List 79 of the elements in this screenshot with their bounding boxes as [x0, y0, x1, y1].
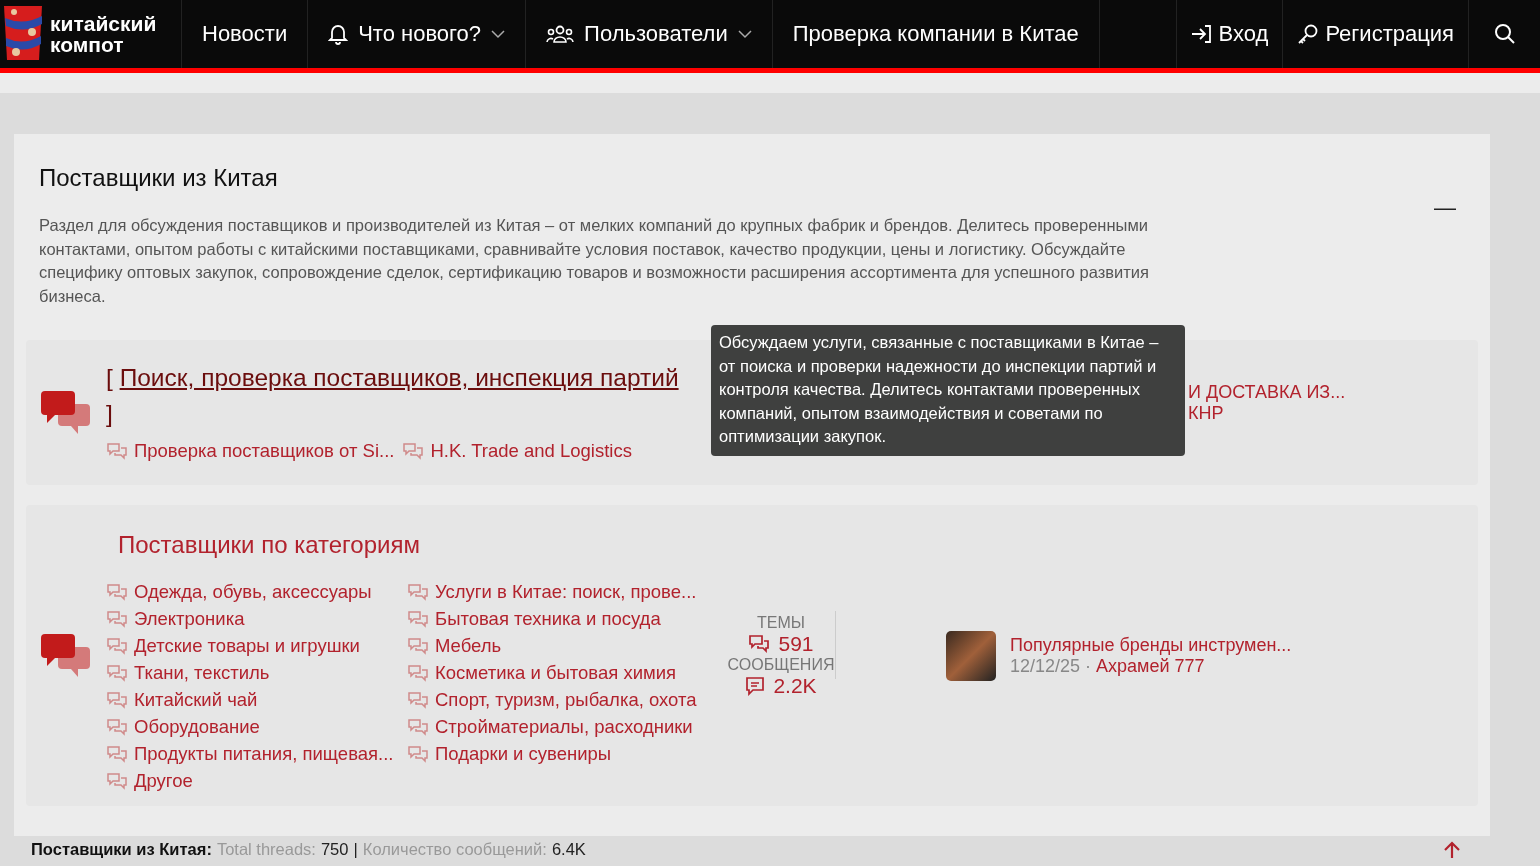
subforum-icon — [407, 691, 429, 709]
subforum-icon — [106, 637, 128, 655]
subforum-link[interactable]: H.K. Trade and Logistics — [402, 440, 632, 462]
subforum-icon — [106, 610, 128, 628]
collapse-button[interactable]: — — [1428, 194, 1462, 222]
bell-icon — [328, 23, 349, 45]
subforum-link[interactable]: Мебель — [407, 635, 717, 657]
nav-link[interactable]: Пользователи — [526, 0, 773, 68]
subforum-link[interactable]: Стройматериалы, расходники — [407, 716, 717, 738]
subforum-icon — [407, 637, 429, 655]
subforum-icon — [407, 718, 429, 736]
login-icon — [1190, 24, 1213, 44]
subforum-icon — [402, 442, 425, 460]
subforum-link[interactable]: Косметика и бытовая химия — [407, 662, 717, 684]
subforum-link[interactable]: Одежда, обувь, аксессуары — [106, 581, 407, 603]
last-post-title[interactable]: И ДОСТАВКА ИЗ... — [1188, 382, 1346, 403]
footer-separator: | — [353, 840, 358, 859]
subforum-link[interactable]: Другое — [106, 770, 407, 792]
footer-label: Количество сообщений: — [362, 840, 547, 859]
subforum-icon — [106, 718, 128, 736]
nav-link[interactable]: Проверка компании в Китае — [772, 0, 1100, 68]
forum-chat-icon — [40, 632, 92, 679]
subforum-icon — [407, 583, 429, 601]
subforum-icon — [407, 664, 429, 682]
subforum-icon — [106, 691, 128, 709]
forum-chat-icon — [40, 389, 92, 436]
footer-value: 750 — [320, 840, 349, 859]
bracket: [ — [106, 364, 113, 391]
subforum-link[interactable]: Бытовая техника и посуда — [407, 608, 717, 630]
subforum-icon — [106, 583, 128, 601]
subforum-link[interactable]: Продукты питания, пищевая... — [106, 743, 407, 765]
subforum-icon — [106, 745, 128, 763]
last-post-author[interactable]: КНР — [1188, 403, 1224, 424]
message-icon — [745, 675, 766, 696]
category-title-link[interactable]: Поставщики по категориям — [118, 531, 726, 559]
subforum-icon — [106, 664, 128, 682]
subforum-link[interactable]: Спорт, туризм, рыбалка, охота — [407, 689, 717, 711]
forum-title-link[interactable]: Поиск, проверка поставщиков, инспекция партий — [119, 364, 679, 391]
section-title: Поставщики из Китая — [39, 164, 279, 192]
footer-section-name: Поставщики из Китая: — [31, 840, 212, 859]
subforum-link[interactable]: Детские товары и игрушки — [106, 635, 407, 657]
account-link[interactable]: Регистрация — [1282, 0, 1468, 68]
arrow-up-icon[interactable] — [1442, 840, 1462, 859]
subforum-icon — [106, 772, 128, 790]
logo-text[interactable]: компот — [50, 34, 157, 55]
threads-icon — [748, 633, 771, 654]
tooltip: Обсуждаем услуги, связанные с поставщиками в Китае – от поиска и проверки надежности до инспекции партий и контроля качества. Делитесь контактами проверенных компаний, опытом взаимодействия и советами по оптимизации закупок. — [711, 325, 1185, 456]
subforum-link[interactable]: Ткани, текстиль — [106, 662, 407, 684]
bracket: ] — [106, 400, 113, 427]
last-post-author[interactable]: Ахрамей 777 — [1096, 655, 1205, 677]
nav-link[interactable]: Что нового? — [308, 0, 527, 68]
footer-label: Total threads: — [216, 840, 316, 859]
account-link[interactable]: Вход — [1175, 0, 1283, 68]
chevron-down-icon — [491, 29, 506, 39]
key-icon — [1297, 23, 1320, 45]
logo-text[interactable]: китайский — [50, 13, 157, 34]
last-post-date: 12/12/25 — [1010, 655, 1081, 677]
subforum-link[interactable]: Электроника — [106, 608, 407, 630]
search-icon — [1493, 23, 1516, 45]
subforum-link[interactable]: Оборудование — [106, 716, 407, 738]
stat-label: ТЕМЫ — [757, 613, 805, 632]
users-icon — [546, 24, 575, 44]
nav-link[interactable]: Новости — [182, 0, 309, 68]
subforum-link[interactable]: Услуги в Китае: поиск, прове... — [407, 581, 717, 603]
last-post-title[interactable]: Популярные бренды инструмен... — [1010, 634, 1292, 656]
section-description: Раздел для обсуждения поставщиков и производителей из Китая – от мелких компаний до крупных фабрик и брендов. Делитесь проверенными контактами, опытом работы с китайскими поставщиками, сравнивайте условия поставок, качество продукции, цены и логистику. Обсуждайте специфику оптовых закупок, сопровождение сделок, сертификацию товаров и возможности расширения ассортимента для успешного развития бизнеса. — [39, 215, 1150, 307]
subforum-link[interactable]: Проверка поставщиков от Si... — [106, 440, 395, 462]
separator-dot: · — [1085, 655, 1092, 677]
chevron-down-icon — [737, 29, 752, 39]
subforum-icon — [106, 442, 128, 460]
subforum-link[interactable]: Подарки и сувениры — [407, 743, 717, 765]
avatar-placeholder — [946, 630, 996, 681]
subforum-link[interactable]: Китайский чай — [106, 689, 407, 711]
stat-value: 2.2K — [773, 673, 817, 698]
footer-value: 6.4K — [551, 840, 586, 859]
stat-label: СООБЩЕНИЯ — [727, 655, 835, 674]
stat-value: 591 — [778, 631, 814, 656]
subforum-icon — [407, 745, 429, 763]
subforum-icon — [407, 610, 429, 628]
